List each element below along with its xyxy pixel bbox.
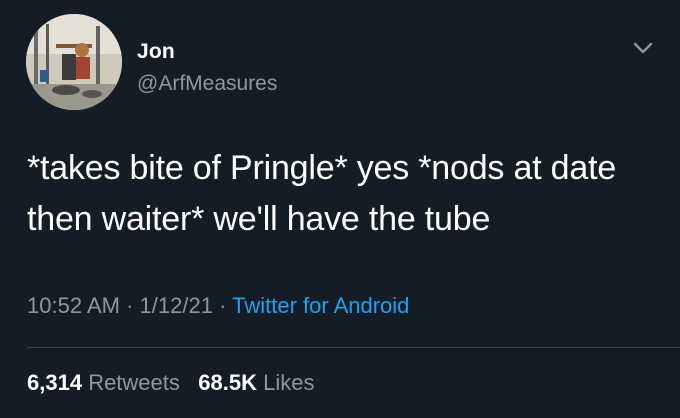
retweets-count: 6,314	[27, 370, 83, 395]
chevron-down-icon-graphic	[633, 42, 653, 54]
tweet-text: *takes bite of Pringle* yes *nods at dat…	[27, 149, 617, 238]
display-name[interactable]: Jon	[137, 40, 175, 64]
retweets-label: Retweets	[88, 370, 180, 395]
tweet-meta: 10:52 AM · 1/12/21 · Twitter for Android	[27, 293, 409, 319]
tweet-date[interactable]: 1/12/21	[140, 293, 213, 318]
meta-separator: ·	[126, 293, 134, 318]
divider	[27, 347, 680, 348]
meta-separator: ·	[219, 293, 227, 318]
tweet-source-link[interactable]: Twitter for Android	[232, 293, 409, 318]
retweets-stat[interactable]: 6,314 Retweets	[27, 370, 186, 395]
avatar-photo	[26, 14, 122, 110]
likes-count: 68.5K	[198, 370, 257, 395]
tweet-card: Jon @ArfMeasures *takes bite of Pringle*…	[0, 0, 680, 418]
tweet-stats: 6,314 Retweets 68.5K Likes	[27, 370, 314, 396]
tweet-time[interactable]: 10:52 AM	[27, 293, 120, 318]
likes-label: Likes	[263, 370, 315, 395]
user-handle[interactable]: @ArfMeasures	[137, 72, 277, 96]
likes-stat[interactable]: 68.5K Likes	[198, 370, 314, 395]
chevron-down-icon[interactable]	[632, 40, 654, 56]
avatar[interactable]	[26, 14, 122, 110]
